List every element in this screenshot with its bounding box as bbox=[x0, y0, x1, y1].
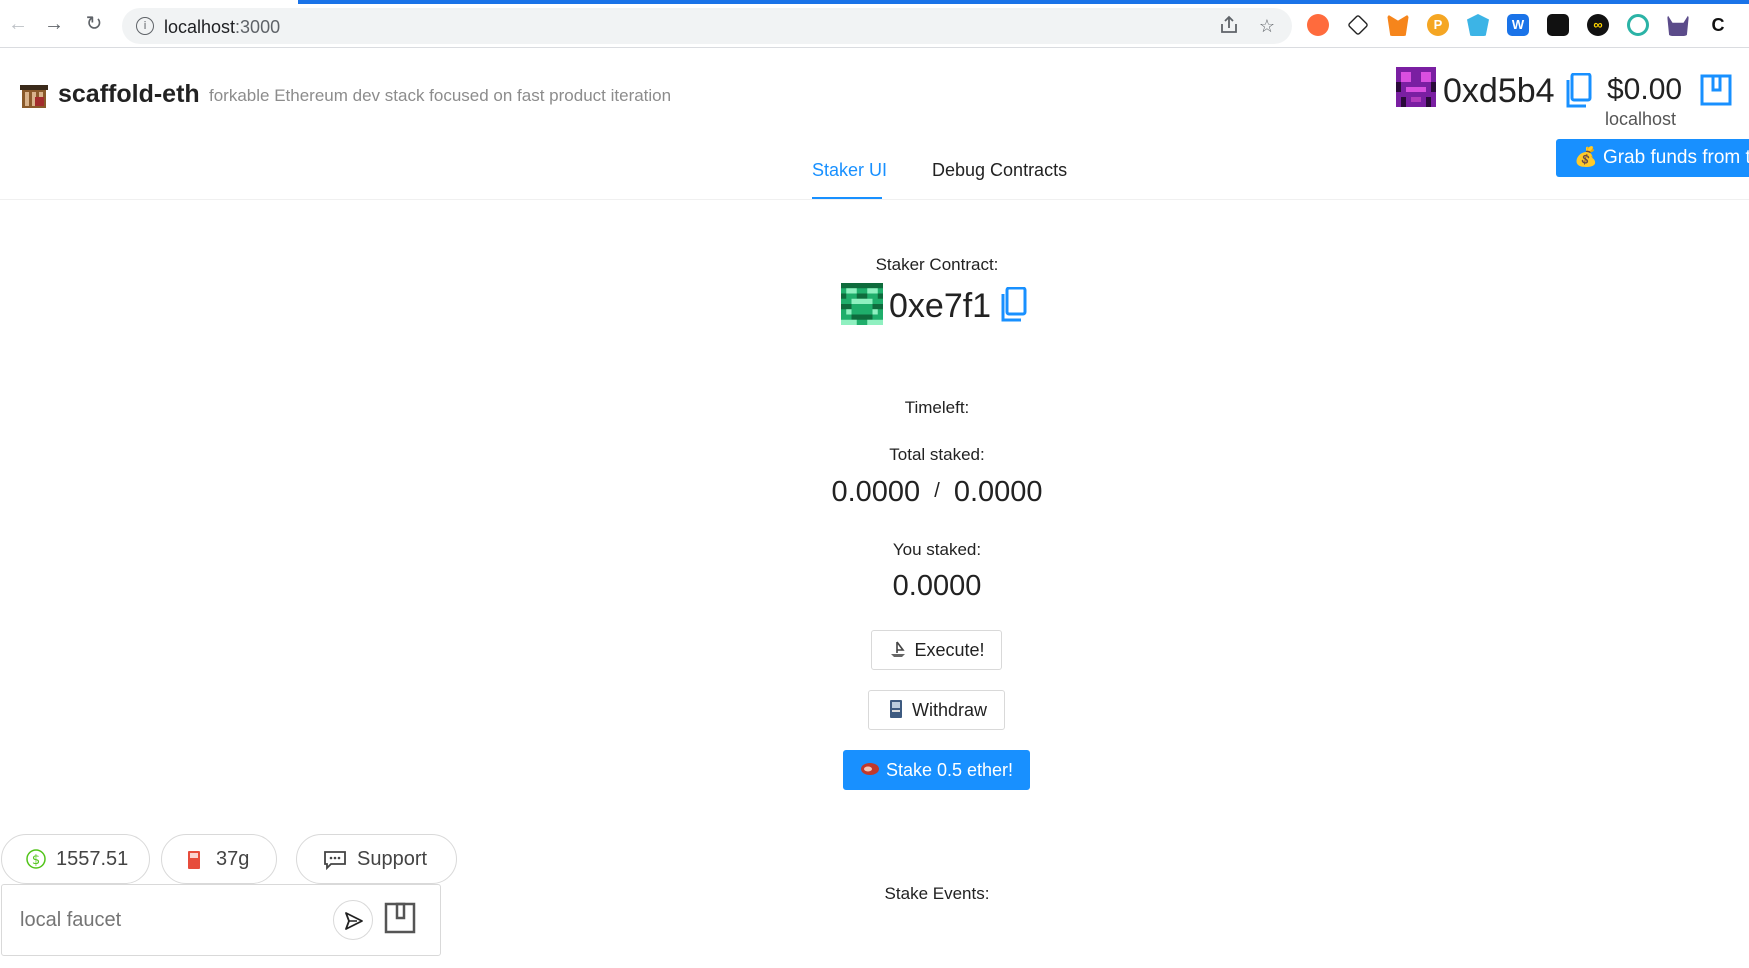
threshold-value: 0.0000 bbox=[953, 476, 1043, 508]
eth-price-value: 1557.51 bbox=[56, 848, 129, 870]
execute-button[interactable]: Execute! bbox=[871, 630, 1002, 670]
total-staked-label: Total staked: bbox=[889, 445, 985, 464]
extension-ring-icon[interactable] bbox=[1627, 14, 1649, 36]
money-bag-icon: 💰 bbox=[1574, 147, 1598, 168]
local-faucet bbox=[1, 884, 441, 956]
steak-icon bbox=[860, 763, 879, 775]
faucet-send-button[interactable] bbox=[333, 900, 373, 940]
tab-staker-ui[interactable]: Staker UI bbox=[812, 160, 887, 181]
url-text[interactable]: localhost:3000 bbox=[164, 17, 280, 38]
brand-title[interactable]: scaffold-eth bbox=[58, 80, 200, 109]
gas-price-value: 37g bbox=[216, 848, 250, 870]
svg-text:$: $ bbox=[32, 853, 40, 868]
site-info-icon[interactable]: i bbox=[136, 17, 154, 35]
wallet-icon[interactable] bbox=[1700, 74, 1732, 106]
send-icon bbox=[345, 912, 363, 930]
bookmark-star-icon[interactable]: ☆ bbox=[1256, 15, 1278, 37]
network-name: localhost bbox=[1605, 109, 1677, 129]
execute-label: Execute! bbox=[914, 640, 985, 660]
withdraw-label: Withdraw bbox=[911, 700, 987, 720]
support-label: Support bbox=[357, 848, 428, 870]
staker-contract-label: Staker Contract: bbox=[875, 255, 999, 274]
extension-brave-icon[interactable] bbox=[1307, 14, 1329, 36]
you-staked-label: You staked: bbox=[892, 540, 982, 559]
fuel-pump-icon bbox=[188, 851, 200, 869]
page-load-progress bbox=[298, 0, 1749, 4]
stake-button[interactable]: Stake 0.5 ether! bbox=[843, 750, 1030, 790]
extension-p-icon[interactable]: P bbox=[1427, 14, 1449, 36]
account-avatar bbox=[1396, 67, 1436, 107]
support-button[interactable]: Support bbox=[296, 834, 457, 884]
stake-label: Stake 0.5 ether! bbox=[885, 760, 1014, 780]
copy-address-icon[interactable] bbox=[1564, 73, 1592, 109]
staker-contract-address[interactable]: 0xe7f1 bbox=[889, 287, 991, 326]
extension-metamask-icon[interactable] bbox=[1387, 14, 1409, 36]
grab-funds-label: Grab funds from th bbox=[1602, 147, 1749, 168]
account-address[interactable]: 0xd5b4 bbox=[1443, 72, 1555, 111]
active-tab-indicator bbox=[812, 197, 882, 199]
staked-separator: / bbox=[934, 480, 940, 502]
address-bar[interactable]: i localhost:3000 ☆ bbox=[122, 8, 1292, 44]
faucet-wallet-icon[interactable] bbox=[384, 902, 416, 934]
tabs-divider bbox=[0, 199, 1749, 200]
scaffold-logo-icon bbox=[20, 85, 48, 108]
atm-icon bbox=[889, 700, 902, 718]
copy-contract-icon[interactable] bbox=[999, 287, 1027, 323]
reload-icon[interactable]: ↻ bbox=[82, 12, 106, 36]
stake-events-label: Stake Events: bbox=[884, 884, 990, 903]
brand-tagline: forkable Ethereum dev stack focused on f… bbox=[209, 86, 672, 105]
dollar-icon: $ bbox=[26, 849, 46, 869]
gas-price-pill[interactable]: 37g bbox=[161, 834, 277, 884]
grab-funds-button[interactable]: 💰 Grab funds from th bbox=[1556, 139, 1749, 177]
withdraw-button[interactable]: Withdraw bbox=[868, 690, 1005, 730]
total-staked-row: 0.0000 / 0.0000 bbox=[737, 476, 1137, 509]
ship-icon bbox=[891, 641, 906, 657]
extension-shield-icon[interactable] bbox=[1467, 14, 1489, 36]
tab-debug-contracts[interactable]: Debug Contracts bbox=[932, 160, 1067, 181]
browser-toolbar: ← → ↻ i localhost:3000 ☆ P W ∞ C bbox=[0, 0, 1749, 48]
extension-infinity-icon[interactable]: ∞ bbox=[1587, 14, 1609, 36]
account-balance[interactable]: $0.00 bbox=[1607, 73, 1682, 107]
chat-icon bbox=[324, 851, 346, 870]
faucet-address-input[interactable] bbox=[20, 909, 320, 932]
forward-icon[interactable]: → bbox=[42, 12, 66, 36]
extension-c-icon[interactable]: C bbox=[1707, 14, 1729, 36]
total-staked-value: 0.0000 bbox=[831, 476, 921, 508]
share-icon[interactable] bbox=[1218, 15, 1240, 37]
back-icon[interactable]: ← bbox=[6, 12, 30, 36]
timeleft-label: Timeleft: bbox=[904, 398, 970, 417]
extension-hex-icon[interactable] bbox=[1347, 14, 1369, 36]
extension-cat-icon[interactable] bbox=[1667, 14, 1689, 36]
extension-ghost-icon[interactable] bbox=[1547, 14, 1569, 36]
extension-w-icon[interactable]: W bbox=[1507, 14, 1529, 36]
you-staked-value: 0.0000 bbox=[892, 570, 982, 602]
contract-avatar bbox=[841, 283, 883, 325]
eth-price-pill[interactable]: $ 1557.51 bbox=[1, 834, 150, 884]
